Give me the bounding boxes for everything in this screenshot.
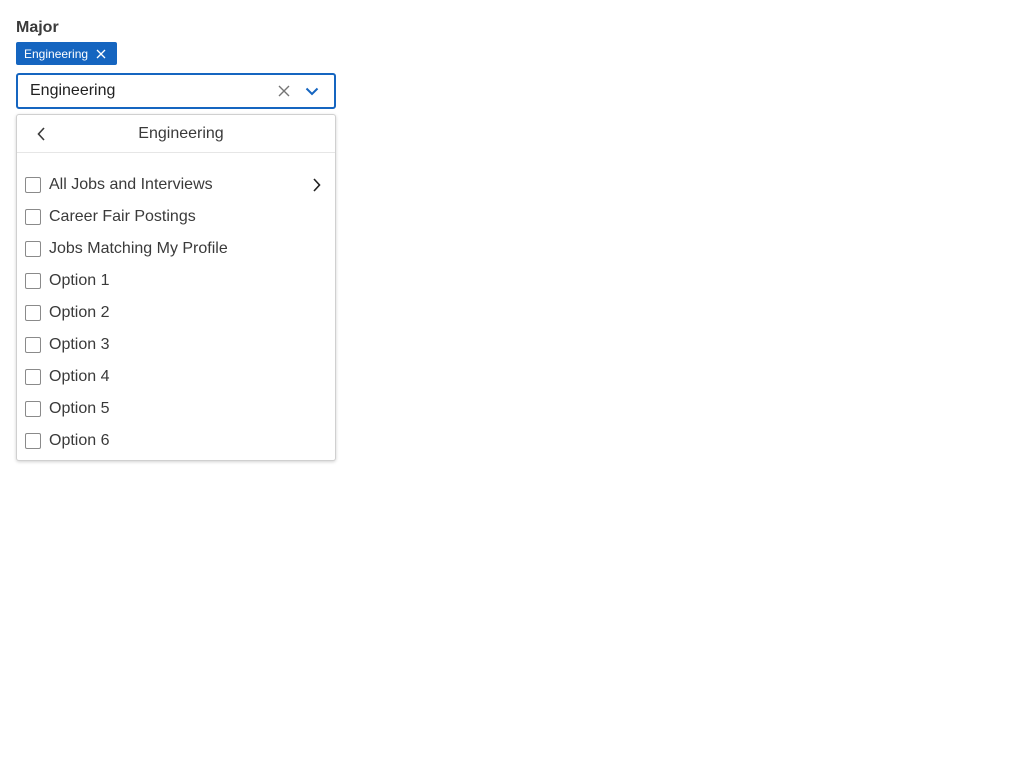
option-label: Option 3 xyxy=(49,336,110,353)
menu-title: Engineering xyxy=(138,124,224,142)
option-label: Career Fair Postings xyxy=(49,208,196,225)
option-checkbox[interactable] xyxy=(25,305,41,321)
menu-option[interactable]: Option 4 xyxy=(17,361,335,393)
option-checkbox[interactable] xyxy=(25,241,41,257)
clear-button[interactable] xyxy=(274,81,294,101)
close-icon xyxy=(96,49,106,58)
menu-option[interactable]: Jobs Matching My Profile xyxy=(17,233,335,265)
option-label: Jobs Matching My Profile xyxy=(49,240,228,257)
close-icon xyxy=(278,85,290,97)
dropdown-menu: Engineering All Jobs and Interviews Caree… xyxy=(16,114,336,461)
chevron-left-icon xyxy=(37,127,45,141)
option-checkbox[interactable] xyxy=(25,209,41,225)
dropdown-toggle-button[interactable] xyxy=(302,81,322,101)
menu-header: Engineering xyxy=(17,115,335,153)
menu-option[interactable]: Option 1 xyxy=(17,265,335,297)
option-label: Option 2 xyxy=(49,304,110,321)
option-checkbox[interactable] xyxy=(25,369,41,385)
major-field-label: Major xyxy=(16,19,59,36)
menu-option[interactable]: Option 3 xyxy=(17,329,335,361)
chip-label: Engineering xyxy=(24,46,89,61)
chevron-down-icon xyxy=(305,87,319,95)
option-checkbox[interactable] xyxy=(25,433,41,449)
major-search-input[interactable] xyxy=(30,76,274,106)
chevron-right-icon xyxy=(313,178,321,192)
option-checkbox[interactable] xyxy=(25,337,41,353)
chip-remove-button[interactable] xyxy=(94,47,108,61)
option-checkbox[interactable] xyxy=(25,273,41,289)
back-button[interactable] xyxy=(31,124,51,144)
menu-option[interactable]: Option 6 xyxy=(17,425,335,457)
option-label: Option 6 xyxy=(49,432,110,449)
submenu-expand-button[interactable] xyxy=(309,177,325,193)
option-label: All Jobs and Interviews xyxy=(49,176,213,193)
menu-option[interactable]: Option 2 xyxy=(17,297,335,329)
selected-chip-engineering: Engineering xyxy=(16,42,117,65)
menu-option[interactable]: All Jobs and Interviews xyxy=(17,169,335,201)
menu-option[interactable]: Option 5 xyxy=(17,393,335,425)
menu-options-list: All Jobs and Interviews Career Fair Posti… xyxy=(17,153,335,457)
option-label: Option 1 xyxy=(49,272,110,289)
option-checkbox[interactable] xyxy=(25,177,41,193)
option-checkbox[interactable] xyxy=(25,401,41,417)
major-combobox xyxy=(16,73,336,109)
menu-option[interactable]: Career Fair Postings xyxy=(17,201,335,233)
option-label: Option 4 xyxy=(49,368,110,385)
option-label: Option 5 xyxy=(49,400,110,417)
